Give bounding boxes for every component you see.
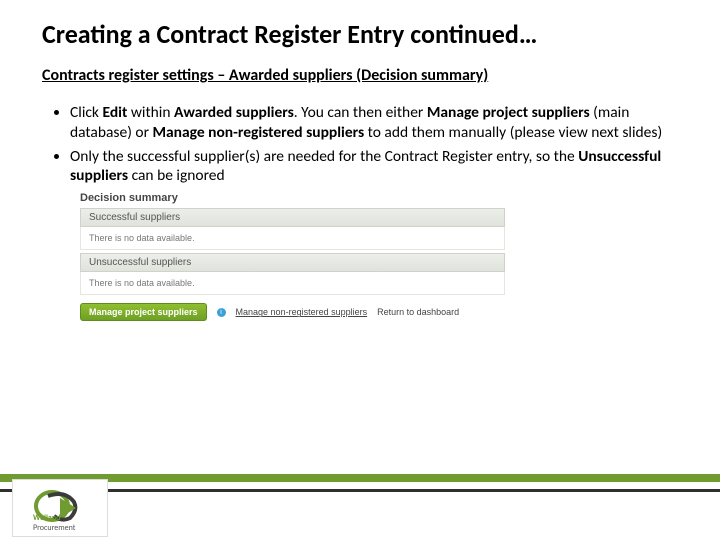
footer: WellandProcurement [0, 470, 720, 540]
manage-project-suppliers-button[interactable]: Manage project suppliers [80, 303, 207, 321]
unsuccessful-suppliers-body: There is no data available. [80, 272, 505, 295]
info-icon: i [217, 308, 226, 317]
footer-green-bar [0, 474, 720, 482]
unsuccessful-suppliers-header: Unsuccessful suppliers [80, 253, 505, 272]
slide-title: Creating a Contract Register Entry conti… [0, 0, 720, 56]
manage-non-registered-link[interactable]: Manage non-registered suppliers [236, 307, 368, 317]
bullet-1: Click Edit within Awarded suppliers. You… [70, 103, 670, 143]
welland-logo: WellandProcurement [12, 479, 108, 537]
action-bar: Manage project suppliers i Manage non-re… [80, 303, 505, 321]
successful-suppliers-body: There is no data available. [80, 227, 505, 250]
bullet-list: Click Edit within Awarded suppliers. You… [0, 97, 720, 186]
panel-title: Decision summary [80, 192, 505, 204]
logo-text: WellandProcurement [33, 513, 75, 533]
return-dashboard-link[interactable]: Return to dashboard [377, 307, 459, 317]
decision-summary-panel: Decision summary Successful suppliers Th… [80, 192, 505, 321]
footer-dark-bar [0, 489, 720, 492]
successful-suppliers-header: Successful suppliers [80, 208, 505, 227]
section-subtitle: Contracts register settings – Awarded su… [0, 56, 720, 97]
bullet-2: Only the successful supplier(s) are need… [70, 147, 670, 187]
